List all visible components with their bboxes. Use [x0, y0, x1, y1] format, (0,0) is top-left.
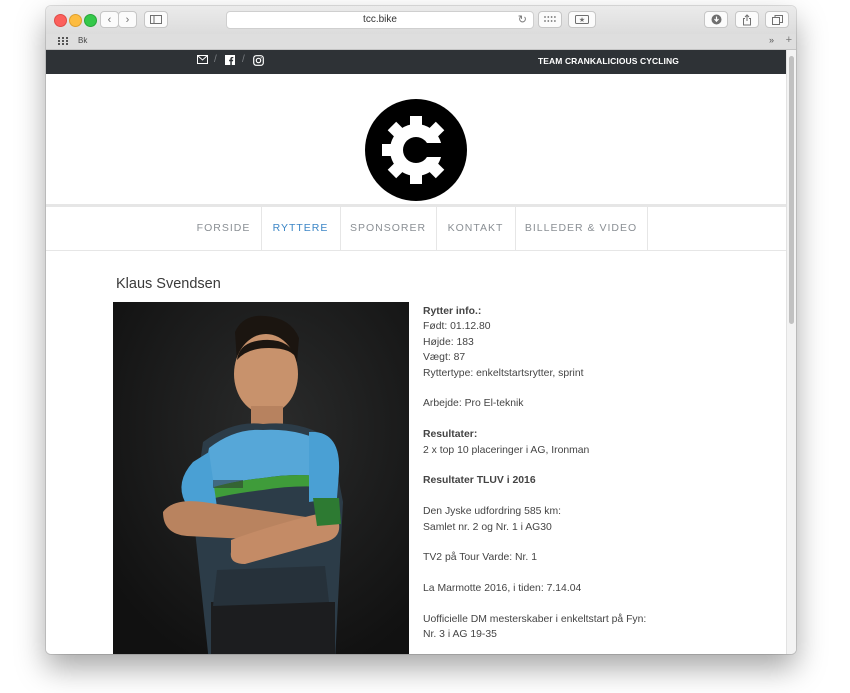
star-badge-icon: ★: [575, 15, 589, 24]
download-icon: [711, 14, 721, 25]
results-item: 2 x top 10 placeringer i AG, Ironman: [423, 444, 590, 456]
info-rider-type: Ryttertype: enkeltstartsrytter, sprint: [423, 367, 584, 379]
bookmarks-bar: Bk » +: [46, 34, 796, 50]
url-text: tcc.bike: [363, 14, 397, 25]
result-tv2: TV2 på Tour Varde: Nr. 1: [423, 552, 537, 564]
bookmark-item[interactable]: Bk: [78, 36, 87, 45]
nav-item-billeder-video[interactable]: BILLEDER & VIDEO: [515, 207, 647, 250]
result-jyske-title: Den Jyske udfordring 585 km:: [423, 506, 562, 518]
sidebar-icon: [150, 15, 162, 24]
info-work: Arbejde: Pro El-teknik: [423, 398, 524, 410]
browser-toolbar: ‹ › tcc.bike ↻ ★: [46, 6, 796, 35]
site-topbar: / / TEAM CRANKALICIOUS CYCLING: [46, 50, 786, 74]
result-jyske-detail: Samlet nr. 2 og Nr. 1 i AG30: [423, 521, 552, 533]
downloads-button[interactable]: [704, 11, 728, 28]
facebook-icon[interactable]: [225, 55, 235, 68]
nav-divider: [647, 207, 648, 250]
chevron-left-icon: ‹: [107, 13, 112, 26]
result-marmotte: La Marmotte 2016, i tiden: 7.14.04: [423, 583, 582, 595]
nav-item-forside[interactable]: FORSIDE: [186, 207, 261, 250]
apps-grid-icon[interactable]: [58, 37, 68, 47]
reload-icon[interactable]: ↻: [518, 12, 527, 28]
grid-dots-icon: [544, 16, 556, 22]
rider-name: Klaus Svendsen: [116, 276, 221, 292]
forward-button[interactable]: ›: [118, 11, 137, 28]
page-scrollbar[interactable]: [786, 50, 796, 654]
share-icon: [743, 13, 751, 25]
nav-item-sponsorer[interactable]: SPONSORER: [340, 207, 436, 250]
page-viewport: / / TEAM CRANKALICIOUS CYCLING FORSIDE R…: [46, 50, 786, 654]
scrollbar-thumb[interactable]: [789, 56, 794, 324]
zoom-window-button[interactable]: [84, 14, 97, 27]
share-button[interactable]: [735, 11, 759, 28]
rider-info: Rytter info.: Født: 01.12.80 Højde: 183 …: [423, 304, 723, 643]
result-dm-detail: Nr. 3 i AG 19-35: [423, 629, 497, 641]
separator: /: [214, 54, 217, 65]
back-button[interactable]: ‹: [100, 11, 119, 28]
reader-button[interactable]: [538, 11, 562, 28]
info-height: Højde: 183: [423, 336, 474, 348]
minimize-window-button[interactable]: [69, 14, 82, 27]
team-logo[interactable]: [365, 99, 467, 201]
info-heading: Rytter info.:: [423, 306, 482, 317]
close-window-button[interactable]: [54, 14, 67, 27]
tabs-button[interactable]: [765, 11, 789, 28]
nav-item-kontakt[interactable]: KONTAKT: [436, 207, 515, 250]
new-tab-icon[interactable]: +: [786, 34, 792, 46]
info-weight: Vægt: 87: [423, 352, 466, 364]
team-name: TEAM CRANKALICIOUS CYCLING: [538, 56, 679, 66]
result-dm-title: Uofficielle DM mesterskaber i enkeltstar…: [423, 614, 647, 626]
nav-item-ryttere[interactable]: RYTTERE: [261, 207, 340, 250]
browser-window: ‹ › tcc.bike ↻ ★ Bk » + / / TEAM CRANKAL…: [46, 6, 796, 654]
extension-button[interactable]: ★: [568, 11, 596, 28]
sidebar-button[interactable]: [144, 11, 168, 28]
site-header: [46, 74, 786, 207]
mail-icon[interactable]: [197, 55, 208, 67]
address-bar[interactable]: tcc.bike ↻: [226, 11, 534, 29]
svg-text:★: ★: [579, 16, 585, 24]
instagram-icon[interactable]: [253, 55, 264, 69]
info-born: Født: 01.12.80: [423, 321, 491, 333]
tluv-heading: Resultater TLUV i 2016: [423, 475, 536, 487]
rider-photo: [113, 302, 409, 654]
main-nav: FORSIDE RYTTERE SPONSORER KONTAKT BILLED…: [46, 207, 786, 251]
separator: /: [242, 54, 245, 65]
more-bookmarks-icon[interactable]: »: [769, 35, 774, 45]
results-heading: Resultater:: [423, 429, 478, 441]
chevron-right-icon: ›: [125, 13, 130, 26]
tabs-icon: [771, 14, 783, 25]
